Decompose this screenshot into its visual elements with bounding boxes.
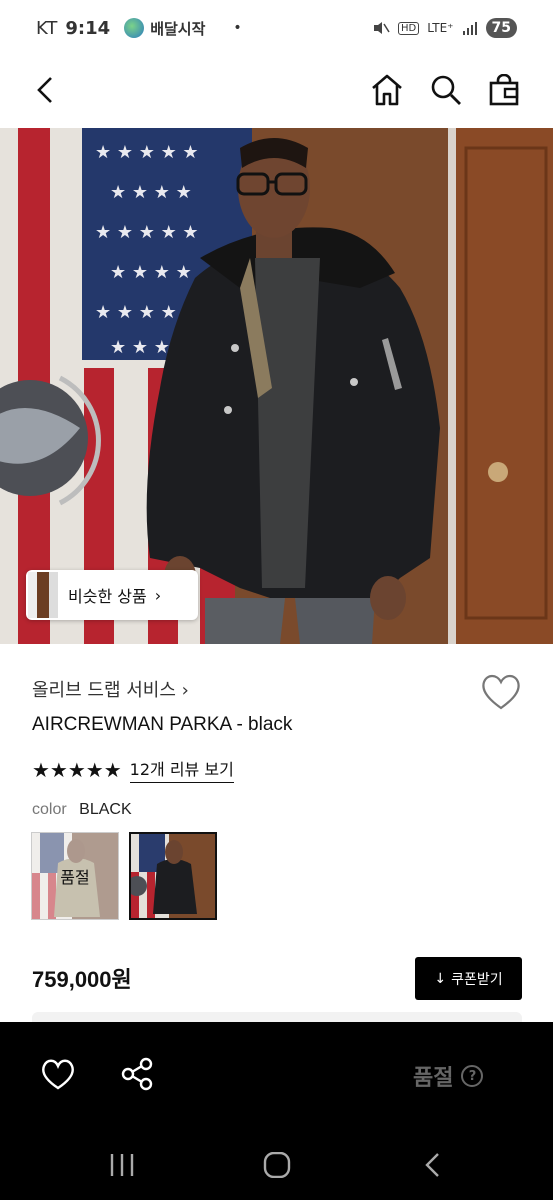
status-bar: KT 9:14 배달시작 • HD LTE⁺ 75 [0,0,553,56]
price: 759,000원 [32,967,132,992]
hd-icon: HD [398,21,420,35]
system-back-button[interactable] [420,1152,446,1182]
mute-icon [374,22,390,34]
search-button[interactable] [424,68,468,112]
help-icon[interactable]: ? [461,1065,484,1087]
signal-icon [462,22,477,35]
battery-badge: 75 [485,18,517,38]
share-icon [121,1057,153,1091]
system-navigation [0,1142,553,1192]
heart-outline-icon [482,674,520,710]
network-label: LTE⁺ [427,21,454,35]
home-button[interactable] [365,68,409,112]
notification-app-icon [124,18,145,38]
sold-out-overlay: 품절 [32,833,118,919]
bottom-action-bar: 품절 ? [0,1022,553,1200]
reviews-link[interactable]: 12개 리뷰 보기 [129,756,234,783]
color-value: BLACK [79,801,132,818]
home-icon [372,74,402,106]
system-home-button[interactable] [263,1151,291,1182]
similar-product-thumbnail [28,572,58,618]
home-circle-icon [263,1151,291,1179]
search-icon [431,75,461,105]
color-swatch-khaki[interactable]: 품절 [31,832,119,920]
product-photo: ★ ★ ★ ★ ★ ★ ★ ★ ★ ★ ★ ★ ★ ★ ★ ★ ★ ★ ★ ★ … [0,128,553,644]
share-button[interactable] [120,1057,154,1091]
product-image[interactable]: ★ ★ ★ ★ ★ ★ ★ ★ ★ ★ ★ ★ ★ ★ ★ ★ ★ ★ ★ ★ … [0,128,553,644]
product-name: AIRCREWMAN PARKA - black [32,714,293,735]
svg-text:★ ★ ★ ★: ★ ★ ★ ★ [110,262,192,283]
brand-link[interactable]: 올리브 드랩 서비스 › [32,676,189,702]
color-label: color [32,801,67,818]
notification-app-name: 배달시작 [150,19,206,38]
back-icon [425,1153,439,1177]
svg-text:★ ★ ★ ★ ★: ★ ★ ★ ★ ★ [95,222,199,243]
color-swatch-black[interactable] [129,832,217,920]
back-button[interactable] [24,68,68,112]
svg-text:★ ★ ★ ★: ★ ★ ★ ★ [110,182,192,203]
notification-dot: • [233,20,242,36]
chevron-right-icon: › [154,585,162,605]
svg-text:★ ★ ★ ★ ★: ★ ★ ★ ★ ★ [95,142,199,163]
chevron-left-icon [37,77,52,103]
download-icon: ↓ [434,970,447,987]
sold-out-label: 품절 [413,1066,454,1091]
carrier-label: KT [36,17,58,39]
rating-row: ★★★★★ 12개 리뷰 보기 [32,756,234,783]
color-row: color BLACK [32,801,132,819]
similar-products-label: 비슷한 상품 [68,587,147,606]
black-parka-thumbnail [131,834,215,918]
next-section-card [32,1012,522,1022]
cart-button[interactable] [482,68,526,112]
shopping-bag-icon [489,74,519,106]
coupon-button[interactable]: ↓ 쿠폰받기 [415,957,522,1000]
sold-out-status: 품절 ? [413,1060,484,1092]
top-nav [0,56,553,128]
wishlist-button[interactable] [480,672,522,714]
clock: 9:14 [65,17,111,39]
bottom-wishlist-button[interactable] [40,1057,76,1091]
heart-outline-icon [42,1059,74,1090]
recents-button[interactable] [108,1152,136,1182]
similar-products-button[interactable]: 비슷한 상품 › [26,570,198,620]
status-icons: HD LTE⁺ 75 [372,18,517,38]
recents-icon [110,1154,134,1176]
coupon-label: 쿠폰받기 [451,971,503,988]
star-rating: ★★★★★ [32,757,122,782]
